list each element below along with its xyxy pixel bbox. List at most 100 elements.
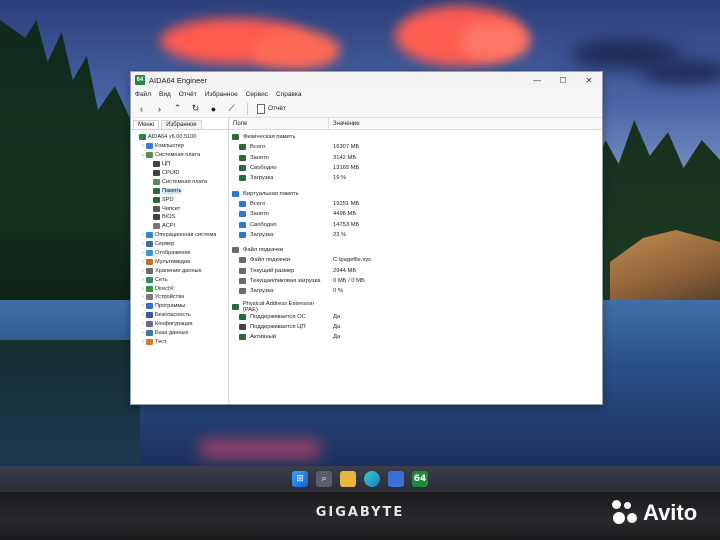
- menu-item[interactable]: Вид: [159, 91, 171, 98]
- search-icon[interactable]: ⌕: [316, 471, 332, 487]
- windows-start-icon[interactable]: ⊞: [292, 471, 308, 487]
- menu-item[interactable]: Избранное: [205, 91, 238, 98]
- tree-node[interactable]: › DirectX: [131, 284, 228, 293]
- field-label: Текущий размер: [250, 267, 295, 274]
- field-label: Активный: [250, 334, 277, 341]
- tree-node[interactable]: ⌄ Системная плата: [131, 151, 228, 160]
- details-row[interactable]: Свободно 13165 МБ: [229, 163, 602, 173]
- details-row[interactable]: Всего 19251 МБ: [229, 199, 602, 209]
- value-cell: 23 %: [333, 231, 347, 238]
- window-titlebar[interactable]: 64 AIDA64 Engineer — ☐ ✕: [131, 72, 602, 88]
- wallpaper-reflection: [0, 340, 140, 470]
- tree-node-label: Конфигурация: [155, 321, 193, 328]
- tree-node[interactable]: › Сеть: [131, 275, 228, 284]
- section-title-cell: Физическая память: [229, 134, 329, 141]
- menu-item[interactable]: Сервис: [246, 91, 268, 98]
- tree-node[interactable]: ЦП: [131, 160, 228, 169]
- store-icon[interactable]: [388, 471, 404, 487]
- minimize-button[interactable]: —: [524, 72, 550, 88]
- user-icon[interactable]: ●: [207, 102, 220, 115]
- details-row[interactable]: Всего 16307 МБ: [229, 142, 602, 152]
- tree-node[interactable]: SPD: [131, 195, 228, 204]
- column-header-field[interactable]: Поле: [229, 118, 329, 129]
- field-label: Поддерживается ОС: [250, 313, 306, 320]
- menu-item[interactable]: Отчёт: [179, 91, 197, 98]
- tree-node[interactable]: Чипсет: [131, 204, 228, 213]
- wallpaper-cloud: [640, 60, 720, 84]
- refresh-icon[interactable]: ↻: [189, 102, 202, 115]
- close-button[interactable]: ✕: [576, 72, 602, 88]
- aida64-taskbar-icon[interactable]: 64: [412, 471, 428, 487]
- tree-node-icon: [146, 152, 153, 159]
- field-label: Загрузка: [250, 231, 274, 238]
- tree-node-label: Системная плата: [162, 178, 208, 185]
- details-row[interactable]: Активный Да: [229, 332, 602, 342]
- section-header[interactable]: Виртуальная память: [229, 188, 602, 198]
- value-cell: 2944 МБ: [333, 267, 357, 274]
- section-header[interactable]: Physical Address Extension (PAE): [229, 301, 602, 313]
- row-icon: [239, 231, 246, 238]
- tree-node[interactable]: › Тест: [131, 337, 228, 346]
- tree-node[interactable]: › Сервер: [131, 240, 228, 249]
- tree-node[interactable]: › Программы: [131, 302, 228, 311]
- details-row[interactable]: Свободно 14753 МБ: [229, 219, 602, 229]
- tab-menu[interactable]: Меню: [133, 120, 160, 129]
- tree-node[interactable]: › Конфигурация: [131, 320, 228, 329]
- section-title: Файл подкачки: [243, 247, 284, 254]
- field-label: Занято: [250, 211, 269, 218]
- tree-node[interactable]: › Безопасность: [131, 311, 228, 320]
- menu-item[interactable]: Файл: [135, 91, 151, 98]
- back-icon[interactable]: ‹: [135, 102, 148, 115]
- details-row[interactable]: Текущий размер 2944 МБ: [229, 266, 602, 276]
- tree-node[interactable]: › Устройства: [131, 293, 228, 302]
- details-row[interactable]: Поддерживается ОС Да: [229, 312, 602, 322]
- tree-node[interactable]: › Компьютер: [131, 142, 228, 151]
- section-header[interactable]: Файл подкачки: [229, 245, 602, 255]
- row-icon: [239, 324, 246, 331]
- row-icon: [239, 221, 246, 228]
- field-label: Всего: [250, 144, 266, 151]
- tree-node-icon: [146, 232, 153, 239]
- tree-node[interactable]: › Мультимедиа: [131, 257, 228, 266]
- details-row[interactable]: Файл подкачки C:\pagefile.sys: [229, 255, 602, 265]
- forward-icon[interactable]: ›: [153, 102, 166, 115]
- row-icon: [239, 278, 246, 284]
- file-explorer-icon[interactable]: [340, 471, 356, 487]
- tree-node-label: BIOS: [162, 214, 176, 221]
- up-icon[interactable]: ⌃: [171, 102, 184, 115]
- section-title-cell: Виртуальная память: [229, 190, 329, 197]
- tree-node-icon: [146, 294, 153, 301]
- field-cell: Свободно: [229, 221, 329, 228]
- edge-icon[interactable]: [364, 471, 380, 487]
- menu-item[interactable]: Справка: [276, 91, 302, 98]
- tree-node[interactable]: › Хранение данных: [131, 266, 228, 275]
- details-row[interactable]: Загрузка 23 %: [229, 230, 602, 240]
- tree-node[interactable]: AIDA64 v6.00.5100: [131, 133, 228, 142]
- details-row[interactable]: Поддерживается ЦП Да: [229, 322, 602, 332]
- details-row[interactable]: Текущая/пиковая загрузка 0 МБ / 0 МБ: [229, 276, 602, 286]
- column-header-value[interactable]: Значение: [329, 121, 360, 127]
- tree-node[interactable]: › Отображение: [131, 249, 228, 258]
- tree-node[interactable]: ACPI: [131, 222, 228, 231]
- column-headers: Поле Значение: [229, 118, 602, 130]
- field-cell: Файл подкачки: [229, 257, 329, 264]
- tree-node[interactable]: › База данных: [131, 329, 228, 338]
- section-header[interactable]: Физическая память: [229, 132, 602, 142]
- tree-node-label: Устройства: [155, 294, 185, 301]
- tree-node[interactable]: CPUID: [131, 169, 228, 178]
- details-row[interactable]: Загрузка 19 %: [229, 173, 602, 183]
- chart-icon[interactable]: ⟋: [225, 102, 238, 115]
- row-icon: [239, 154, 246, 161]
- details-row[interactable]: Загрузка 0 %: [229, 286, 602, 296]
- tab-favorites[interactable]: Избранное: [161, 120, 202, 129]
- tree-node[interactable]: BIOS: [131, 213, 228, 222]
- report-button[interactable]: Отчёт: [257, 103, 286, 114]
- details-row[interactable]: Занято 4498 МБ: [229, 209, 602, 219]
- tree-node[interactable]: › Операционная система: [131, 231, 228, 240]
- tree-node[interactable]: Память: [131, 186, 228, 195]
- tree-node-label: CPUID: [162, 170, 180, 176]
- section-title-cell: Physical Address Extension (PAE): [229, 301, 329, 313]
- maximize-button[interactable]: ☐: [550, 72, 576, 88]
- tree-node[interactable]: Системная плата: [131, 177, 228, 186]
- details-row[interactable]: Занято 3142 МБ: [229, 153, 602, 163]
